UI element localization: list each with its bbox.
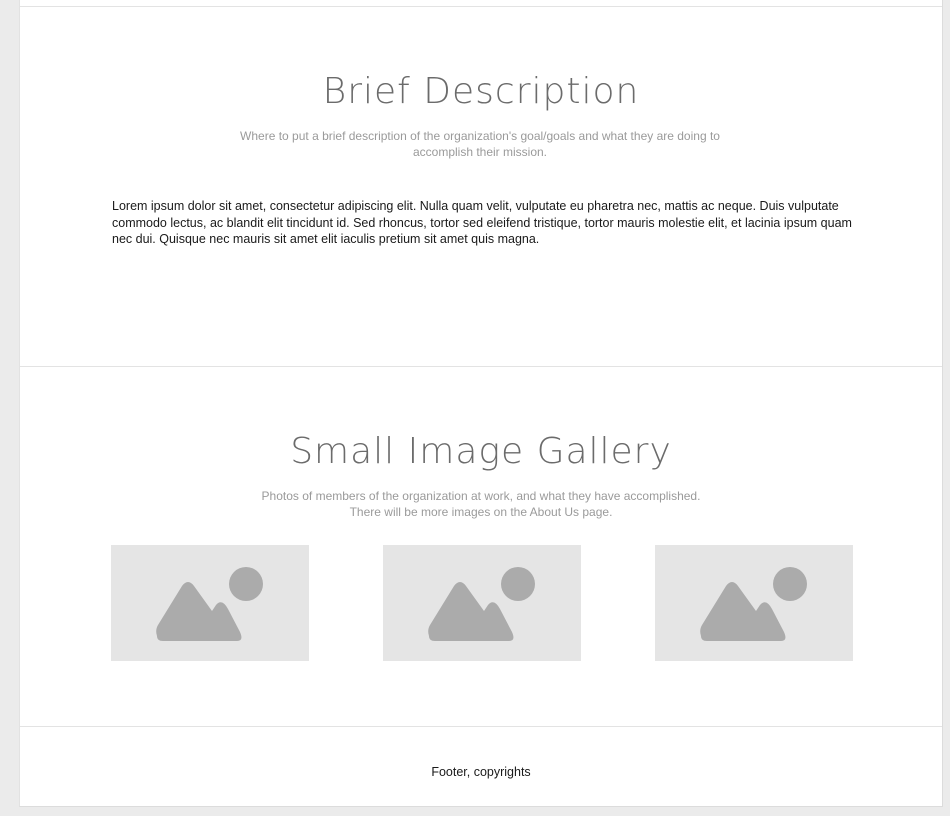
- gallery-image-1[interactable]: [111, 545, 309, 661]
- gallery-subtitle-line1: Photos of members of the organization at…: [261, 489, 701, 503]
- description-title: Brief Description: [322, 71, 640, 112]
- description-body: Lorem ipsum dolor sit amet, consectetur …: [112, 199, 852, 246]
- gallery-image-3[interactable]: [655, 545, 853, 661]
- footer-divider: [20, 726, 942, 727]
- footer-text: Footer, copyrights: [431, 765, 531, 779]
- image-placeholder-icon: [156, 567, 263, 641]
- gallery-title: Small Image Gallery: [290, 431, 672, 472]
- section-divider: [20, 366, 942, 367]
- page-container: Brief Description Where to put a brief d…: [19, 0, 943, 807]
- gallery-image-2[interactable]: [383, 545, 581, 661]
- description-subtitle: Where to put a brief description of the …: [240, 129, 720, 159]
- image-placeholder-icon: [428, 567, 535, 641]
- image-placeholder-icon: [700, 567, 807, 641]
- top-divider: [20, 6, 942, 7]
- gallery-subtitle-line2: There will be more images on the About U…: [349, 505, 613, 519]
